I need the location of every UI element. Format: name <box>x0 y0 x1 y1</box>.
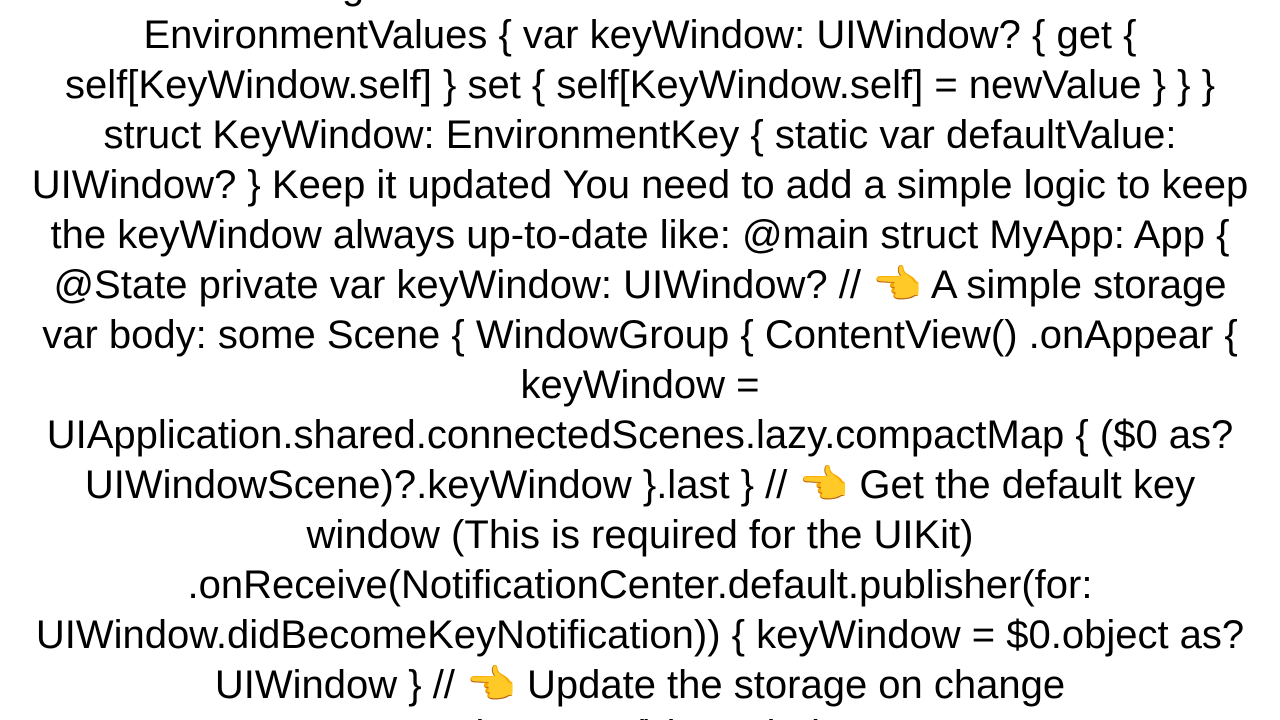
document-page: It contains get and set methods to confo… <box>0 0 1280 720</box>
document-body-text: It contains get and set methods to confo… <box>25 0 1255 720</box>
